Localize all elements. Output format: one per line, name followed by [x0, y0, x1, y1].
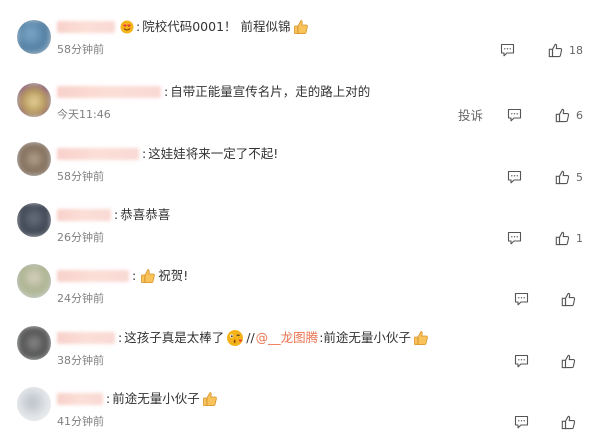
comment-bubble-icon	[514, 415, 529, 429]
username-redacted[interactable]	[57, 21, 115, 33]
like-count: 1	[576, 231, 583, 245]
comment-time: 58分钟前	[57, 170, 104, 183]
username-redacted[interactable]	[57, 86, 161, 98]
comment-text: 恭喜恭喜	[120, 207, 171, 222]
like-button[interactable]	[561, 290, 576, 308]
colon: :	[142, 146, 147, 161]
comment-bubble-icon	[507, 231, 522, 245]
like-button[interactable]: 18	[548, 41, 583, 59]
thumbs-up-icon	[561, 415, 576, 429]
thumbs-up-icon	[548, 43, 563, 57]
comment-time: 24分钟前	[57, 292, 104, 305]
comment-time: 41分钟前	[57, 415, 104, 428]
avatar[interactable]	[17, 142, 51, 176]
like-button[interactable]	[561, 413, 576, 431]
comment-item: : 祝贺! 24分钟前	[0, 264, 600, 325]
comment-time: 58分钟前	[57, 43, 104, 56]
thumbs-up-icon	[555, 231, 570, 245]
colon: :	[132, 268, 137, 283]
comment-text: 祝贺!	[158, 268, 189, 283]
comment-bubble-icon	[514, 292, 529, 306]
comment-time: 今天11:46	[57, 108, 111, 121]
comment-bubble-icon	[507, 170, 522, 184]
like-count: 18	[569, 43, 583, 57]
comment-text: 自带正能量宣传名片，走的路上对的	[170, 84, 371, 99]
comment-bubble-icon	[507, 108, 522, 122]
avatar[interactable]	[17, 20, 51, 54]
like-button[interactable]	[561, 352, 576, 370]
avatar[interactable]	[17, 83, 51, 117]
avatar[interactable]	[17, 387, 51, 421]
avatar[interactable]	[17, 326, 51, 360]
thumbs-up-icon	[555, 108, 570, 122]
reply-button[interactable]	[514, 352, 529, 370]
colon: :	[164, 84, 169, 99]
comment-text: 这娃娃将来一定了不起!	[148, 146, 279, 161]
comment-item: : 这娃娃将来一定了不起! 58分钟前 5	[0, 142, 600, 203]
comment-item: : 自带正能量宣传名片，走的路上对的 今天11:46 投诉 6	[0, 80, 600, 141]
avatar[interactable]	[17, 264, 51, 298]
reply-button[interactable]	[507, 106, 522, 124]
reply-button[interactable]	[500, 41, 515, 59]
thumbs-up-emoji	[413, 330, 429, 346]
avatar[interactable]	[17, 203, 51, 237]
thumbs-up-emoji	[140, 268, 156, 284]
like-button[interactable]: 5	[555, 168, 583, 186]
thumbs-up-icon	[561, 354, 576, 368]
colon: :	[118, 330, 123, 345]
mention-link[interactable]: @__龙图腾	[256, 329, 319, 347]
reply-button[interactable]	[514, 413, 529, 431]
like-count: 5	[576, 170, 583, 184]
report-button[interactable]: 投诉	[458, 105, 483, 124]
username-redacted[interactable]	[57, 332, 115, 344]
comment-time: 38分钟前	[57, 354, 104, 367]
colon: :	[136, 19, 141, 34]
repost-text: 前途无量小伙子	[323, 330, 411, 345]
heart-eyes-emoji	[120, 20, 134, 34]
colon: :	[114, 207, 119, 222]
repost-separator: //	[246, 330, 255, 345]
reply-button[interactable]	[514, 290, 529, 308]
username-redacted[interactable]	[57, 270, 129, 282]
thumbs-up-emoji	[202, 391, 218, 407]
username-redacted[interactable]	[57, 148, 139, 160]
reply-button[interactable]	[507, 168, 522, 186]
username-redacted[interactable]	[57, 209, 111, 221]
comment-text: 前途无量小伙子	[112, 391, 200, 406]
comment-bubble-icon	[514, 354, 529, 368]
thumbs-up-icon	[561, 292, 576, 306]
comment-text: 院校代码0001！ 前程似锦	[142, 19, 291, 34]
comment-item: : 恭喜恭喜 26分钟前 1	[0, 203, 600, 264]
thumbs-up-emoji	[293, 19, 309, 35]
comment-time: 26分钟前	[57, 231, 104, 244]
like-button[interactable]: 6	[555, 106, 583, 124]
like-button[interactable]: 1	[555, 229, 583, 247]
colon: :	[106, 391, 111, 406]
username-redacted[interactable]	[57, 393, 103, 405]
comment-item: : 院校代码0001！ 前程似锦 58分钟前 18	[0, 15, 600, 76]
thumbs-up-icon	[555, 170, 570, 184]
comment-bubble-icon	[500, 43, 515, 57]
kissing-face-emoji	[226, 329, 244, 347]
comment-item: : 这孩子真是太棒了 // @__龙图腾 : 前途无量小伙子 38分钟前	[0, 326, 600, 387]
comment-text: 这孩子真是太棒了	[124, 330, 225, 345]
like-count: 6	[576, 108, 583, 122]
reply-button[interactable]	[507, 229, 522, 247]
